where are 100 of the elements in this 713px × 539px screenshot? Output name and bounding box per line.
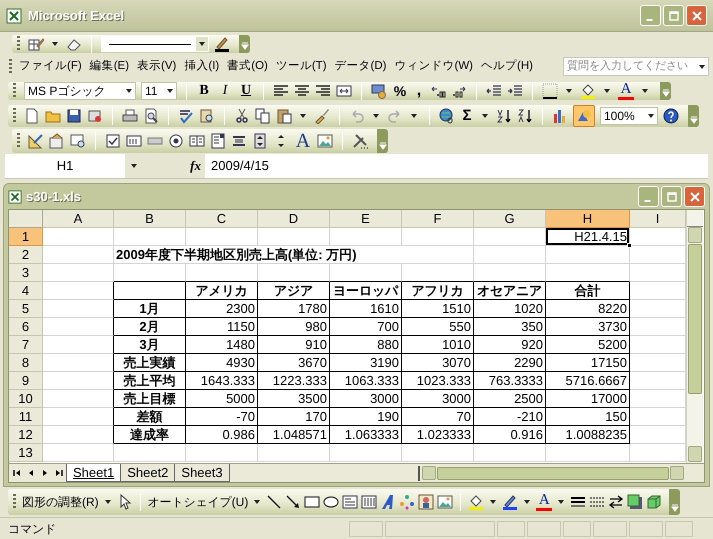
comma-button[interactable]: , <box>413 83 425 99</box>
tab-last-icon[interactable] <box>55 469 63 477</box>
line-style-box[interactable] <box>101 36 209 52</box>
table-cell[interactable]: 差額 <box>114 408 186 426</box>
table-cell[interactable]: 2月 <box>114 318 186 336</box>
row-header[interactable]: 8 <box>9 354 43 372</box>
row-header[interactable]: 13 <box>9 444 43 462</box>
scissors-icon[interactable] <box>234 108 250 124</box>
align-left-icon[interactable] <box>273 83 289 99</box>
table-cell[interactable]: 880 <box>330 336 402 354</box>
radio-button-icon[interactable] <box>168 133 184 149</box>
table-cell[interactable]: 763.3333 <box>474 372 546 390</box>
tools-icon[interactable] <box>352 133 368 149</box>
label-tool-button[interactable]: A <box>294 131 312 151</box>
align-right-icon[interactable] <box>315 83 331 99</box>
autosum-button[interactable]: Σ <box>460 108 474 123</box>
table-cell[interactable]: 8220 <box>546 300 630 318</box>
menu-item[interactable]: ウィンドウ(W) <box>390 58 478 76</box>
table-cell[interactable] <box>43 372 114 390</box>
menu-item[interactable]: ヘルプ(H) <box>477 58 537 76</box>
toolbar-grip[interactable] <box>17 133 20 149</box>
table-cell[interactable]: 3000 <box>402 390 474 408</box>
caret-icon[interactable] <box>300 114 306 118</box>
toolbar-grip[interactable] <box>9 58 12 74</box>
zoom-box[interactable]: 100% <box>600 106 658 124</box>
sheet-tab[interactable]: Sheet1 <box>66 464 122 482</box>
table-cell[interactable]: 3500 <box>258 390 330 408</box>
table-cell[interactable] <box>43 336 114 354</box>
table-cell[interactable]: 920 <box>474 336 546 354</box>
table-cell[interactable]: アメリカ <box>186 282 258 300</box>
table-cell[interactable]: 1510 <box>402 300 474 318</box>
toolbar-grip[interactable] <box>13 108 16 124</box>
clip-art-icon[interactable] <box>418 494 434 510</box>
currency-icon[interactable] <box>371 83 387 99</box>
image-icon[interactable] <box>437 494 454 510</box>
close-button[interactable] <box>686 5 707 26</box>
align-center-icon[interactable] <box>294 83 310 99</box>
table-cell[interactable]: 1010 <box>402 336 474 354</box>
row-header[interactable]: 11 <box>9 408 43 426</box>
table-cell[interactable]: 4930 <box>186 354 258 372</box>
horizontal-scrollbar[interactable] <box>418 466 684 480</box>
bar-chart-icon[interactable] <box>552 108 568 124</box>
table-cell[interactable]: 2300 <box>186 300 258 318</box>
caret-icon[interactable] <box>131 164 137 168</box>
printer-icon[interactable] <box>122 108 138 124</box>
font-color-button[interactable]: A <box>536 493 552 511</box>
clipboard-icon[interactable] <box>276 108 292 124</box>
table-cell[interactable]: 170 <box>258 408 330 426</box>
row-header[interactable]: 12 <box>9 426 43 444</box>
new-document-icon[interactable] <box>24 108 40 124</box>
row-header[interactable]: 9 <box>9 372 43 390</box>
caret-icon[interactable] <box>411 114 417 118</box>
caret-icon[interactable] <box>373 114 379 118</box>
tab-first-icon[interactable] <box>13 469 21 477</box>
table-cell[interactable]: 2009年度下半期地区別売上高(単位: 万円) <box>114 246 474 264</box>
table-cell[interactable]: 17150 <box>546 354 630 372</box>
function-label[interactable]: fx <box>190 156 201 176</box>
table-cell[interactable] <box>43 408 114 426</box>
toolbar-options-icon[interactable] <box>662 89 670 97</box>
table-cell[interactable]: 1.0088235 <box>546 426 630 444</box>
table-cell[interactable]: 3670 <box>258 354 330 372</box>
italic-button[interactable]: I <box>217 84 233 98</box>
tab-prev-icon[interactable] <box>27 469 35 477</box>
table-cell[interactable]: 980 <box>258 318 330 336</box>
checkbox-icon[interactable] <box>105 133 121 149</box>
cube-icon[interactable] <box>646 494 662 510</box>
font-size-box[interactable]: 11 <box>141 82 177 100</box>
caret-icon[interactable] <box>648 114 654 118</box>
table-cell[interactable]: 1020 <box>474 300 546 318</box>
table-cell[interactable]: 5000 <box>186 390 258 408</box>
vertical-text-box-icon[interactable] <box>361 494 378 510</box>
close-button[interactable] <box>684 186 705 207</box>
table-pencil-icon[interactable] <box>28 36 44 52</box>
table-cell[interactable]: 3月 <box>114 336 186 354</box>
row-header[interactable]: 4 <box>9 282 43 300</box>
borders-icon[interactable] <box>542 83 558 99</box>
caret-icon[interactable] <box>699 64 705 68</box>
table-cell[interactable]: 1780 <box>258 300 330 318</box>
code-window-icon[interactable] <box>70 133 86 149</box>
table-cell[interactable]: 5716.6667 <box>546 372 630 390</box>
table-cell[interactable]: 1610 <box>330 300 402 318</box>
column-header[interactable]: B <box>114 210 186 228</box>
formula-field[interactable]: 2009/4/15 <box>205 156 708 176</box>
column-header[interactable]: E <box>330 210 402 228</box>
double-arrow-icon[interactable] <box>608 494 624 510</box>
sheet-tab[interactable]: Sheet3 <box>174 464 230 482</box>
menu-item[interactable]: 書式(O) <box>223 58 272 76</box>
menu-item[interactable]: 編集(E) <box>86 58 134 76</box>
brush-icon[interactable] <box>314 108 330 124</box>
menu-item[interactable]: データ(D) <box>330 58 390 76</box>
table-cell[interactable]: 1.023333 <box>402 426 474 444</box>
bold-button[interactable]: B <box>196 84 212 98</box>
table-cell[interactable]: アフリカ <box>402 282 474 300</box>
sort-ascending-icon[interactable] <box>496 108 512 124</box>
table-cell[interactable]: 0.916 <box>474 426 546 444</box>
autoshapes-menu-button[interactable]: オートシェイプ(U) <box>148 493 248 511</box>
caret-icon[interactable] <box>199 42 205 46</box>
spelling-check-icon[interactable] <box>178 108 194 124</box>
table-cell[interactable]: 1月 <box>114 300 186 318</box>
toolbar-grip[interactable] <box>17 36 20 52</box>
